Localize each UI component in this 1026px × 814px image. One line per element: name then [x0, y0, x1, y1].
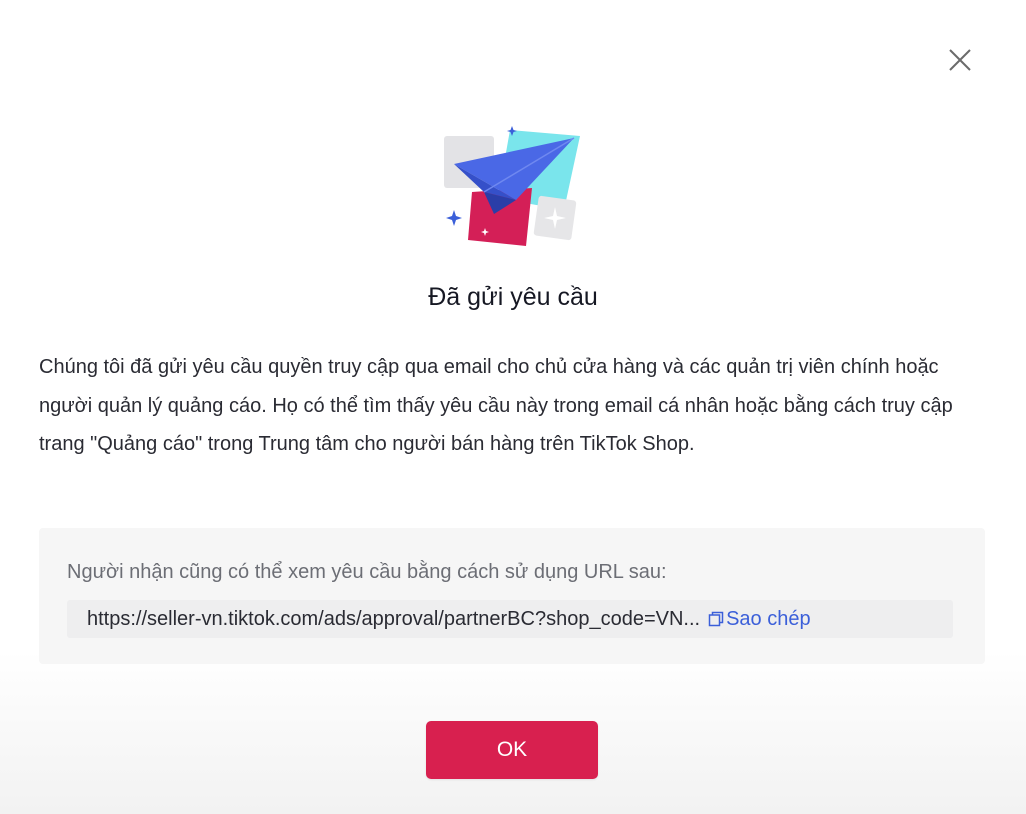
close-button[interactable]: [944, 44, 976, 76]
url-panel: Người nhận cũng có thể xem yêu cầu bằng …: [39, 528, 985, 664]
approval-url[interactable]: https://seller-vn.tiktok.com/ads/approva…: [87, 608, 700, 631]
dialog-title: Đã gửi yêu cầu: [428, 283, 598, 311]
copy-icon: [708, 611, 724, 627]
copy-button[interactable]: Sao chép: [708, 608, 811, 631]
request-sent-dialog: Đã gửi yêu cầu Chúng tôi đã gửi yêu cầu …: [0, 0, 1026, 814]
close-icon: [949, 49, 971, 71]
dialog-message: Chúng tôi đã gửi yêu cầu quyền truy cập …: [39, 356, 953, 455]
url-box: https://seller-vn.tiktok.com/ads/approva…: [67, 600, 953, 638]
paper-plane-illustration: [444, 126, 580, 246]
ok-button[interactable]: OK: [426, 721, 598, 779]
url-hint: Người nhận cũng có thể xem yêu cầu bằng …: [67, 561, 667, 583]
copy-label: Sao chép: [726, 607, 811, 630]
